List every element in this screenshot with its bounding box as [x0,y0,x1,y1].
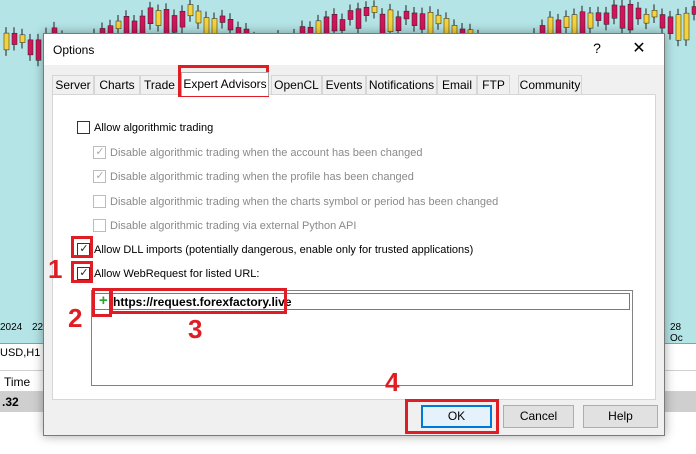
option-label: Disable algorithmic trading via external… [110,220,357,232]
checkbox [93,219,106,232]
candle-body [147,7,154,24]
candle-body [659,14,666,29]
price-value: .32 [2,395,19,409]
candle-body [179,10,186,28]
candle-body [611,4,618,19]
option-label: Allow algorithmic trading [94,122,214,134]
candle-body [195,10,202,24]
option-label: Disable algorithmic trading when the acc… [110,147,423,159]
candle-body [619,5,626,29]
candle-body [355,8,362,29]
candle-body [227,19,234,31]
tab-notifications[interactable]: Notifications [366,75,437,95]
check-icon: ✓ [95,170,105,182]
candle-body [683,12,690,41]
candle-body [171,15,178,33]
candle-body [419,13,426,30]
annotation-number-4: 4 [385,367,400,397]
tab-expert-advisors[interactable]: Expert Advisors [181,72,269,96]
option-label: Allow DLL imports (potentially dangerous… [94,244,474,256]
candle-body [643,14,650,24]
checkbox: ✓ [93,170,106,183]
options-dialog: Options ? ✕ Server Charts Trade Expert A… [43,33,665,436]
checkbox: ✓ [93,146,106,159]
candle-body [691,6,696,15]
candle-body [587,12,594,29]
dialog-titlebar[interactable]: Options ? ✕ [44,34,664,65]
candle-body [19,34,26,43]
tab-email[interactable]: Email [437,75,477,95]
candle-body [387,9,394,32]
highlight-add-url-icon [92,288,112,317]
cancel-button[interactable]: Cancel [503,405,574,428]
candle-body [595,12,602,21]
annotation-number-1: 1 [48,254,63,284]
candle-body [403,10,410,20]
help-question-icon[interactable]: ? [588,40,606,58]
candle-body [635,7,642,20]
candle-body [603,12,610,25]
candle-body [35,39,42,61]
candle-body [11,32,18,45]
highlight-webrequest-checkbox [71,261,93,283]
option-label: Disable algorithmic trading when the cha… [110,196,499,208]
candle-body [411,12,418,26]
candle-body [115,20,122,30]
candle-body [363,6,370,16]
candle-body [667,16,674,34]
checkbox [93,195,106,208]
candle-body [339,19,346,31]
candle-body [347,10,354,20]
candle-body [331,14,338,32]
candle-body [187,4,194,17]
checkbox[interactable] [77,121,90,134]
annotation-number-2: 2 [68,303,83,333]
candle-body [395,16,402,31]
candle-body [371,6,378,13]
close-icon[interactable]: ✕ [628,38,650,60]
highlight-ok-button [405,399,499,434]
candle-body [675,14,682,41]
tab-ftp[interactable]: FTP [477,75,510,95]
candle-body [155,10,162,26]
candle-body [27,39,34,56]
time-column-header[interactable]: Time [4,375,30,389]
tab-charts[interactable]: Charts [94,75,140,95]
candle-body [435,14,442,25]
option-label: Disable algorithmic trading when the pro… [110,171,414,183]
axis-label-date-end: 28 Oc [670,322,683,343]
candle-body [563,16,570,28]
candle-body [323,16,330,34]
tab-community[interactable]: Community [518,75,582,95]
highlight-url-entry [110,288,287,314]
axis-label-year: 2024 [0,322,23,333]
axis-label-date: 22 [32,322,44,333]
tab-opencl[interactable]: OpenCL [271,75,322,95]
candle-body [3,32,10,51]
highlight-dll-checkbox [71,236,93,258]
dialog-title: Options [53,43,95,57]
tab-events[interactable]: Events [322,75,366,95]
candle-body [219,15,226,23]
help-button[interactable]: Help [583,405,658,428]
candle-body [651,10,658,18]
annotation-number-3: 3 [188,314,203,344]
tab-trade[interactable]: Trade [140,75,179,95]
tab-server[interactable]: Server [52,75,94,95]
option-label: Allow WebRequest for listed URL: [94,268,260,280]
chart-symbol-tab[interactable]: USD,H1 [0,347,40,359]
candle-body [627,3,634,31]
check-icon: ✓ [95,146,105,158]
